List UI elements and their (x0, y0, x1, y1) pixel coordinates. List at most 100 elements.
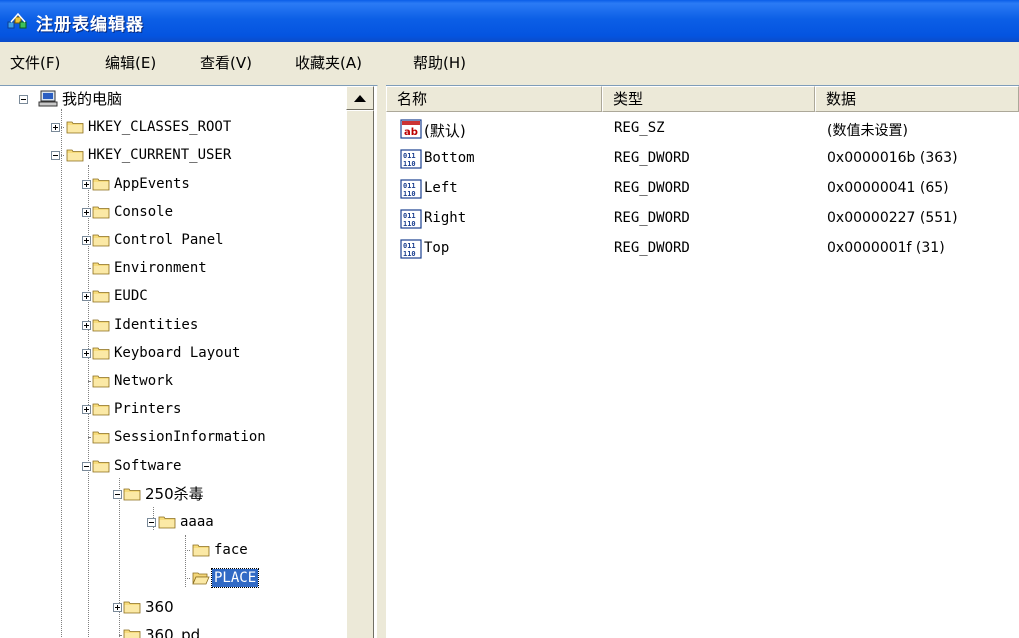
collapse-icon[interactable] (82, 462, 91, 471)
column-header-type[interactable]: 类型 (602, 86, 815, 112)
expand-icon[interactable] (82, 208, 91, 217)
value-type: REG_DWORD (614, 210, 690, 226)
menu-bar: 文件(F) 编辑(E) 查看(V) 收藏夹(A) 帮助(H) (0, 42, 1019, 85)
tree-node[interactable]: EUDC (0, 283, 377, 311)
tree-node-label: Control Panel (114, 232, 224, 248)
tree-scrollbar[interactable] (346, 86, 374, 638)
tree-node[interactable]: Software (0, 453, 377, 481)
svg-text:110: 110 (403, 190, 416, 198)
tree-node[interactable]: face (0, 537, 377, 565)
tree-node[interactable]: Identities (0, 312, 377, 340)
tree-node[interactable]: 360 (0, 594, 377, 622)
folder-icon (92, 290, 110, 303)
svg-text:011: 011 (403, 182, 416, 190)
folder-icon (92, 319, 110, 332)
folder-icon (92, 206, 110, 219)
tree-node[interactable]: Environment (0, 255, 377, 283)
tree-node[interactable]: Keyboard Layout (0, 340, 377, 368)
tree-node[interactable]: Printers (0, 396, 377, 424)
tree-node-label: Keyboard Layout (114, 345, 241, 361)
column-header-data[interactable]: 数据 (815, 86, 1019, 112)
title-bar[interactable]: 注册表编辑器 (0, 0, 1019, 42)
tree-node-label: SessionInformation (114, 429, 266, 445)
menu-view[interactable]: 查看(V) (200, 52, 252, 73)
column-header-name[interactable]: 名称 (386, 86, 602, 112)
folder-icon (92, 178, 110, 191)
svg-text:ab: ab (404, 127, 418, 138)
tree-node-label: 我的电脑 (62, 90, 123, 108)
tree-node-root[interactable]: 我的电脑 (0, 86, 377, 114)
tree-node[interactable]: HKEY_CURRENT_USER (0, 142, 377, 170)
value-data: 0x0000016b (363) (827, 150, 958, 166)
list-row[interactable]: 011 110 Right REG_DWORD 0x00000227 (551) (386, 204, 1019, 234)
expand-icon[interactable] (82, 292, 91, 301)
folder-icon (123, 601, 141, 614)
folder-icon (123, 488, 141, 501)
value-type: REG_DWORD (614, 180, 690, 196)
tree-node[interactable]: SessionInformation (0, 424, 377, 452)
expand-icon[interactable] (113, 603, 122, 612)
value-type: REG_SZ (614, 120, 665, 136)
list-header: 名称 类型 数据 (386, 86, 1019, 112)
list-row[interactable]: ab (默认) REG_SZ (数值未设置) (386, 114, 1019, 144)
computer-icon (38, 90, 58, 107)
folder-icon (92, 347, 110, 360)
tree-node[interactable]: Control Panel (0, 227, 377, 255)
tree-line (88, 268, 90, 270)
menu-edit[interactable]: 编辑(E) (105, 52, 156, 73)
value-data: 0x0000001f (31) (827, 240, 945, 256)
collapse-icon[interactable] (19, 95, 28, 104)
tree-node-label: aaaa (180, 514, 214, 530)
scroll-thumb[interactable] (346, 110, 374, 638)
expand-icon[interactable] (82, 236, 91, 245)
expand-icon[interactable] (82, 180, 91, 189)
tree-line (88, 437, 90, 439)
values-list[interactable]: 名称 类型 数据 ab (默认) REG_SZ (数值未设置) 011 110 Bottom… (386, 85, 1019, 638)
menu-file[interactable]: 文件(F) (10, 52, 60, 73)
folder-icon (192, 544, 210, 557)
tree-node[interactable]: PLACE (0, 565, 377, 593)
collapse-icon[interactable] (51, 151, 60, 160)
tree-node[interactable]: aaaa (0, 509, 377, 537)
folder-icon (92, 431, 110, 444)
registry-tree[interactable]: 我的电脑 HKEY_CLASSES_ROOT HKEY_CURRENT_USER A… (0, 85, 378, 638)
collapse-icon[interactable] (147, 518, 156, 527)
value-name: Bottom (424, 150, 475, 166)
list-row[interactable]: 011 110 Top REG_DWORD 0x0000001f (31) (386, 234, 1019, 264)
tree-line (61, 155, 64, 157)
folder-icon (158, 516, 176, 529)
tree-node[interactable]: 250杀毒 (0, 481, 377, 509)
tree-node-label: 250杀毒 (145, 485, 204, 503)
tree-node-label: Identities (114, 317, 199, 333)
folder-icon (92, 403, 110, 416)
collapse-icon[interactable] (113, 490, 122, 499)
svg-text:011: 011 (403, 242, 416, 250)
list-row[interactable]: 011 110 Bottom REG_DWORD 0x0000016b (363) (386, 144, 1019, 174)
tree-node-label: EUDC (114, 288, 148, 304)
tree-node[interactable]: AppEvents (0, 171, 377, 199)
menu-favorites[interactable]: 收藏夹(A) (295, 52, 362, 73)
tree-line (61, 127, 64, 129)
menu-help[interactable]: 帮助(H) (413, 52, 466, 73)
expand-icon[interactable] (82, 321, 91, 330)
value-data: (数值未设置) (827, 123, 908, 139)
expand-icon[interactable] (51, 123, 60, 132)
tree-node-label: face (214, 542, 248, 558)
list-row[interactable]: 011 110 Left REG_DWORD 0x00000041 (65) (386, 174, 1019, 204)
value-type: REG_DWORD (614, 150, 690, 166)
tree-node[interactable]: Network (0, 368, 377, 396)
expand-icon[interactable] (82, 405, 91, 414)
pane-splitter[interactable] (378, 85, 386, 638)
tree-node-label: Environment (114, 260, 207, 276)
svg-text:011: 011 (403, 152, 416, 160)
tree-node[interactable]: 360_pd (0, 622, 377, 638)
value-data: 0x00000041 (65) (827, 180, 949, 196)
tree-node-label: Software (114, 458, 182, 474)
folder-icon (123, 629, 141, 638)
tree-node[interactable]: Console (0, 199, 377, 227)
expand-icon[interactable] (82, 349, 91, 358)
svg-text:110: 110 (403, 250, 416, 258)
value-name: (默认) (424, 122, 466, 140)
scroll-up-button[interactable] (346, 86, 374, 110)
tree-node[interactable]: HKEY_CLASSES_ROOT (0, 114, 377, 142)
